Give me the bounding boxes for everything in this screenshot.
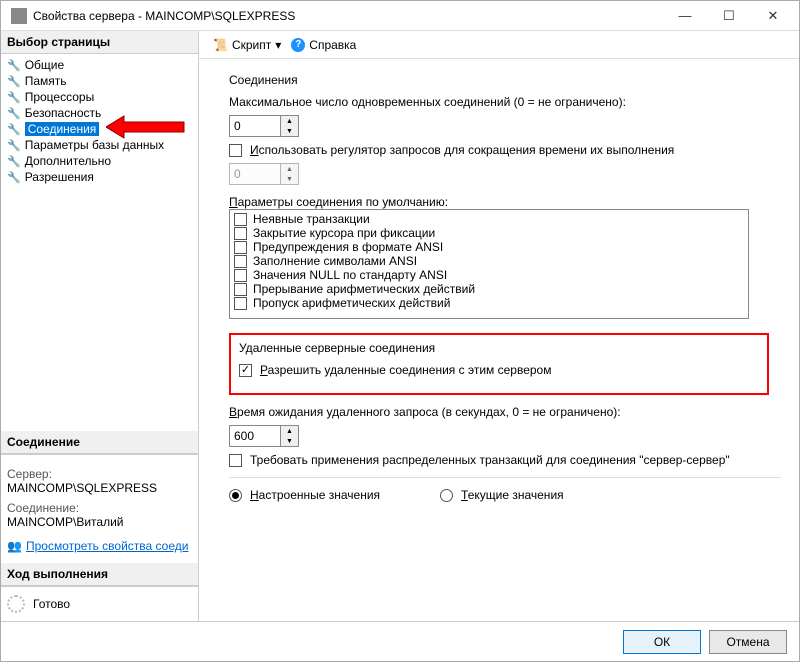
list-item[interactable]: Предупреждения в формате ANSI xyxy=(234,240,744,254)
page-selector-header: Выбор страницы xyxy=(1,31,198,54)
progress-status: Готово xyxy=(33,597,70,611)
spin-down-icon: ▼ xyxy=(281,174,298,184)
wrench-icon: 🔧 xyxy=(7,139,21,152)
title-bar: Свойства сервера - MAINCOMP\SQLEXPRESS —… xyxy=(1,1,799,31)
connection-info: Сервер: MAINCOMP\SQLEXPRESS Соединение: … xyxy=(1,454,198,563)
wrench-icon: 🔧 xyxy=(7,171,21,184)
spin-down-icon[interactable]: ▼ xyxy=(281,436,298,446)
left-panel: Выбор страницы 🔧Общие 🔧Память 🔧Процессор… xyxy=(1,31,199,621)
view-properties-link[interactable]: Просмотреть свойства соеди xyxy=(26,539,188,553)
wrench-icon: 🔧 xyxy=(7,107,21,120)
remote-connections-group: Удаленные серверные соединения Разрешить… xyxy=(229,333,769,395)
separator xyxy=(229,477,781,478)
connections-title: Соединения xyxy=(229,73,781,87)
people-icon: 👥 xyxy=(7,539,23,553)
toolbar: 📜 Скрипт ▾ ? Справка xyxy=(199,31,799,59)
spin-up-icon: ▲ xyxy=(281,164,298,174)
button-bar: ОК Отмена xyxy=(1,621,799,661)
script-icon: 📜 xyxy=(213,38,228,52)
nav-item-advanced[interactable]: 🔧Дополнительно xyxy=(5,153,194,169)
allow-remote-label: Разрешить удаленные соединения с этим се… xyxy=(260,363,551,377)
connection-defaults-listbox[interactable]: Неявные транзакции Закрытие курсора при … xyxy=(229,209,749,319)
progress-block: Готово xyxy=(1,586,198,621)
cancel-button[interactable]: Отмена xyxy=(709,630,787,654)
max-conn-label: Максимальное число одновременных соедине… xyxy=(229,95,781,109)
opt-checkbox[interactable] xyxy=(234,213,247,226)
list-item[interactable]: Значения NULL по стандарту ANSI xyxy=(234,268,744,282)
script-button[interactable]: 📜 Скрипт ▾ xyxy=(207,36,287,54)
connection-header: Соединение xyxy=(1,431,198,454)
opt-checkbox[interactable] xyxy=(234,255,247,268)
opt-checkbox[interactable] xyxy=(234,241,247,254)
server-label: Сервер: xyxy=(7,467,192,481)
timeout-input[interactable]: ▲▼ xyxy=(229,425,299,447)
use-governor-label: ИИспользовать регулятор запросов для сок… xyxy=(250,143,674,157)
progress-spinner-icon xyxy=(7,595,25,613)
governor-value-input: ▲▼ xyxy=(229,163,299,185)
list-item[interactable]: Пропуск арифметических действий xyxy=(234,296,744,310)
wrench-icon: 🔧 xyxy=(7,75,21,88)
ok-button[interactable]: ОК xyxy=(623,630,701,654)
annotation-arrow-icon xyxy=(106,114,186,140)
spin-down-icon[interactable]: ▼ xyxy=(281,126,298,136)
maximize-button[interactable]: ☐ xyxy=(707,1,751,31)
conn-label: Соединение: xyxy=(7,501,192,515)
nav-item-general[interactable]: 🔧Общие xyxy=(5,57,194,73)
wrench-icon: 🔧 xyxy=(7,123,21,136)
nav-item-permissions[interactable]: 🔧Разрешения xyxy=(5,169,194,185)
close-button[interactable]: ✕ xyxy=(751,1,795,31)
conn-value: MAINCOMP\Виталий xyxy=(7,515,192,529)
configured-radio[interactable] xyxy=(229,489,242,502)
list-item[interactable]: Закрытие курсора при фиксации xyxy=(234,226,744,240)
allow-remote-checkbox[interactable] xyxy=(239,364,252,377)
nav-item-memory[interactable]: 🔧Память xyxy=(5,73,194,89)
server-value: MAINCOMP\SQLEXPRESS xyxy=(7,481,192,495)
require-dist-checkbox[interactable] xyxy=(229,454,242,467)
wrench-icon: 🔧 xyxy=(7,155,21,168)
opt-checkbox[interactable] xyxy=(234,227,247,240)
app-icon xyxy=(11,8,27,24)
max-conn-input[interactable]: ▲▼ xyxy=(229,115,299,137)
right-panel: 📜 Скрипт ▾ ? Справка Соединения Максимал… xyxy=(199,31,799,621)
opt-checkbox[interactable] xyxy=(234,297,247,310)
wrench-icon: 🔧 xyxy=(7,59,21,72)
current-label: Текущие значения xyxy=(461,488,564,502)
content-area: Выбор страницы 🔧Общие 🔧Память 🔧Процессор… xyxy=(1,31,799,621)
use-governor-checkbox[interactable] xyxy=(229,144,242,157)
require-dist-label: Требовать применения распределенных тран… xyxy=(250,453,730,467)
opt-checkbox[interactable] xyxy=(234,269,247,282)
progress-header: Ход выполнения xyxy=(1,563,198,586)
current-radio[interactable] xyxy=(440,489,453,502)
configured-label: Настроенные значения xyxy=(250,488,380,502)
form-area: Соединения Максимальное число одновремен… xyxy=(199,59,799,621)
remote-title: Удаленные серверные соединения xyxy=(239,341,759,355)
defaults-title: Параметры соединения по умолчанию: xyxy=(229,195,781,209)
help-icon: ? xyxy=(291,38,305,52)
list-item[interactable]: Прерывание арифметических действий xyxy=(234,282,744,296)
wrench-icon: 🔧 xyxy=(7,91,21,104)
minimize-button[interactable]: — xyxy=(663,1,707,31)
help-link[interactable]: ? Справка xyxy=(291,38,356,52)
list-item[interactable]: Неявные транзакции xyxy=(234,212,744,226)
list-item[interactable]: Заполнение символами ANSI xyxy=(234,254,744,268)
spin-up-icon[interactable]: ▲ xyxy=(281,426,298,436)
window-title: Свойства сервера - MAINCOMP\SQLEXPRESS xyxy=(33,9,663,23)
opt-checkbox[interactable] xyxy=(234,283,247,296)
spin-up-icon[interactable]: ▲ xyxy=(281,116,298,126)
dropdown-icon: ▾ xyxy=(275,38,281,52)
timeout-label: Время ожидания удаленного запроса (в сек… xyxy=(229,405,781,419)
nav-item-processors[interactable]: 🔧Процессоры xyxy=(5,89,194,105)
